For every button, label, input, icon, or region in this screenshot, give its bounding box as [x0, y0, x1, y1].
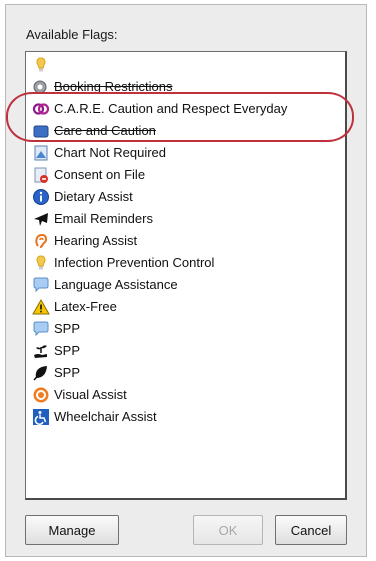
hand-plant-icon — [32, 342, 50, 360]
list-item[interactable]: Care and Caution — [32, 120, 342, 142]
manage-button[interactable]: Manage — [25, 515, 119, 545]
flags-dialog: Available Flags: Booking Restrictions C.… — [5, 4, 367, 557]
list-item[interactable]: SPP — [32, 318, 342, 340]
list-item[interactable]: Booking Restrictions — [32, 76, 342, 98]
list-item-label: Hearing Assist — [54, 233, 138, 248]
warning-icon — [32, 298, 50, 316]
lightbulb-icon — [32, 254, 50, 272]
list-item-label: Care and Caution — [54, 123, 156, 138]
leaf-icon — [32, 364, 50, 382]
consent-icon — [32, 166, 50, 184]
list-item-label: Booking Restrictions — [54, 79, 173, 94]
info-icon — [32, 188, 50, 206]
airplane-icon — [32, 210, 50, 228]
speech-bubble-icon — [32, 320, 50, 338]
dialog-title: Available Flags: — [26, 27, 118, 42]
list-item-label: Dietary Assist — [54, 189, 133, 204]
wheelchair-icon — [32, 408, 50, 426]
list-item-label: Wheelchair Assist — [54, 409, 157, 424]
list-item-label: Infection Prevention Control — [54, 255, 215, 270]
list-item[interactable]: Latex-Free — [32, 296, 342, 318]
list-item[interactable]: Chart Not Required — [32, 142, 342, 164]
list-item-label: SPP — [54, 321, 81, 336]
speech-bubble-icon — [32, 276, 50, 294]
list-item-label: Chart Not Required — [54, 145, 166, 160]
list-item[interactable]: Consent on File — [32, 164, 342, 186]
list-item-label: C.A.R.E. Caution and Respect Everyday — [54, 101, 288, 116]
list-item[interactable]: Hearing Assist — [32, 230, 342, 252]
care-rings-icon — [32, 100, 50, 118]
flags-list[interactable]: Booking Restrictions C.A.R.E. Caution an… — [25, 51, 347, 500]
ear-icon — [32, 232, 50, 250]
list-item[interactable]: Email Reminders — [32, 208, 342, 230]
care-caution-icon — [32, 122, 50, 140]
list-item[interactable] — [32, 54, 342, 76]
chart-icon — [32, 144, 50, 162]
list-item-label: Language Assistance — [54, 277, 178, 292]
list-item-label: Visual Assist — [54, 387, 127, 402]
list-item-label: Consent on File — [54, 167, 146, 182]
list-item-label: Latex-Free — [54, 299, 117, 314]
lightbulb-icon — [32, 56, 50, 74]
list-item-label: SPP — [54, 365, 81, 380]
booking-icon — [32, 78, 50, 96]
list-item[interactable]: Visual Assist — [32, 384, 342, 406]
list-item[interactable]: SPP — [32, 362, 342, 384]
cancel-button[interactable]: Cancel — [275, 515, 347, 545]
ok-button[interactable]: OK — [193, 515, 263, 545]
list-item[interactable]: Infection Prevention Control — [32, 252, 342, 274]
list-item[interactable]: Language Assistance — [32, 274, 342, 296]
list-item-label: SPP — [54, 343, 81, 358]
list-item[interactable]: SPP — [32, 340, 342, 362]
list-item[interactable]: C.A.R.E. Caution and Respect Everyday — [32, 98, 342, 120]
list-item-label: Email Reminders — [54, 211, 153, 226]
list-item[interactable]: Dietary Assist — [32, 186, 342, 208]
list-item[interactable]: Wheelchair Assist — [32, 406, 342, 428]
eye-target-icon — [32, 386, 50, 404]
